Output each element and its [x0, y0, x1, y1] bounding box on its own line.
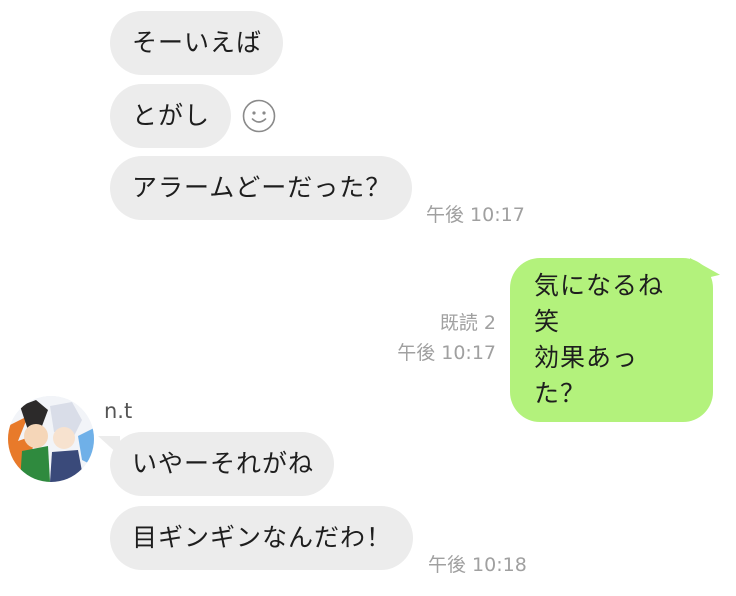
message-timestamp: 午後 10:17 [426, 204, 525, 226]
read-receipt: 既読 2 [439, 312, 496, 334]
message-bubble-incoming[interactable]: とがし [110, 84, 231, 148]
message-bubble-outgoing[interactable]: 気になるね笑 効果あった？ [510, 258, 713, 422]
message-text-line: 気になるね笑 [534, 271, 665, 336]
message-text: アラームどーだった？ [132, 173, 392, 202]
bubble-tail [690, 258, 720, 282]
message-bubble-incoming[interactable]: 目ギンギンなんだわ！ [110, 506, 413, 570]
message-timestamp: 午後 10:18 [428, 554, 527, 576]
message-text: とがし [132, 101, 211, 130]
message-bubble-incoming[interactable]: いやーそれがね [110, 432, 334, 496]
message-text: 目ギンギンなんだわ！ [132, 523, 393, 552]
message-text-line: 効果あった？ [534, 343, 639, 408]
message-timestamp: 午後 10:17 [397, 342, 496, 364]
sender-name: n.t [104, 399, 133, 423]
smiley-face-icon[interactable] [242, 99, 276, 133]
message-text: そーいえば [132, 28, 263, 57]
message-bubble-incoming[interactable]: そーいえば [110, 11, 283, 75]
message-bubble-incoming[interactable]: アラームどーだった？ [110, 156, 412, 220]
message-text: いやーそれがね [132, 449, 315, 478]
user-avatar[interactable] [8, 396, 94, 482]
chat-thread: そーいえば とがし アラームどーだった？ 午後 10:17 気になるね笑 効果あ… [0, 0, 736, 596]
